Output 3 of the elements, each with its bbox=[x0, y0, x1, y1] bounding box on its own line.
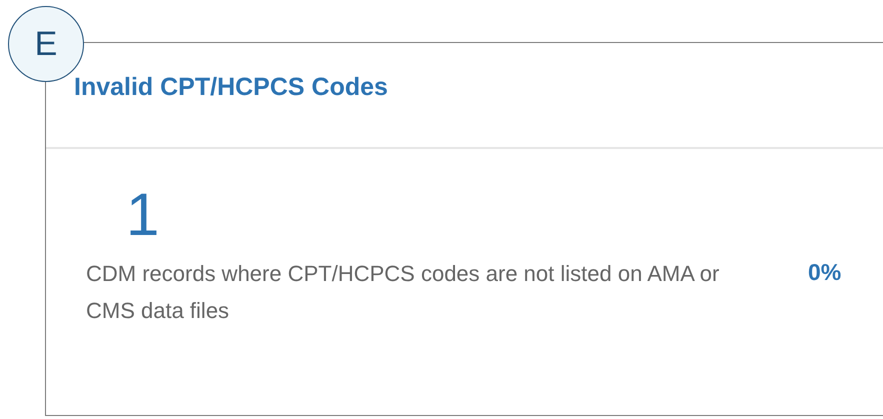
description: CDM records where CPT/HCPCS codes are not listed on AMA or CMS data files bbox=[86, 260, 720, 325]
percentage: 0% bbox=[808, 259, 842, 286]
record-count: 1 bbox=[125, 185, 160, 245]
